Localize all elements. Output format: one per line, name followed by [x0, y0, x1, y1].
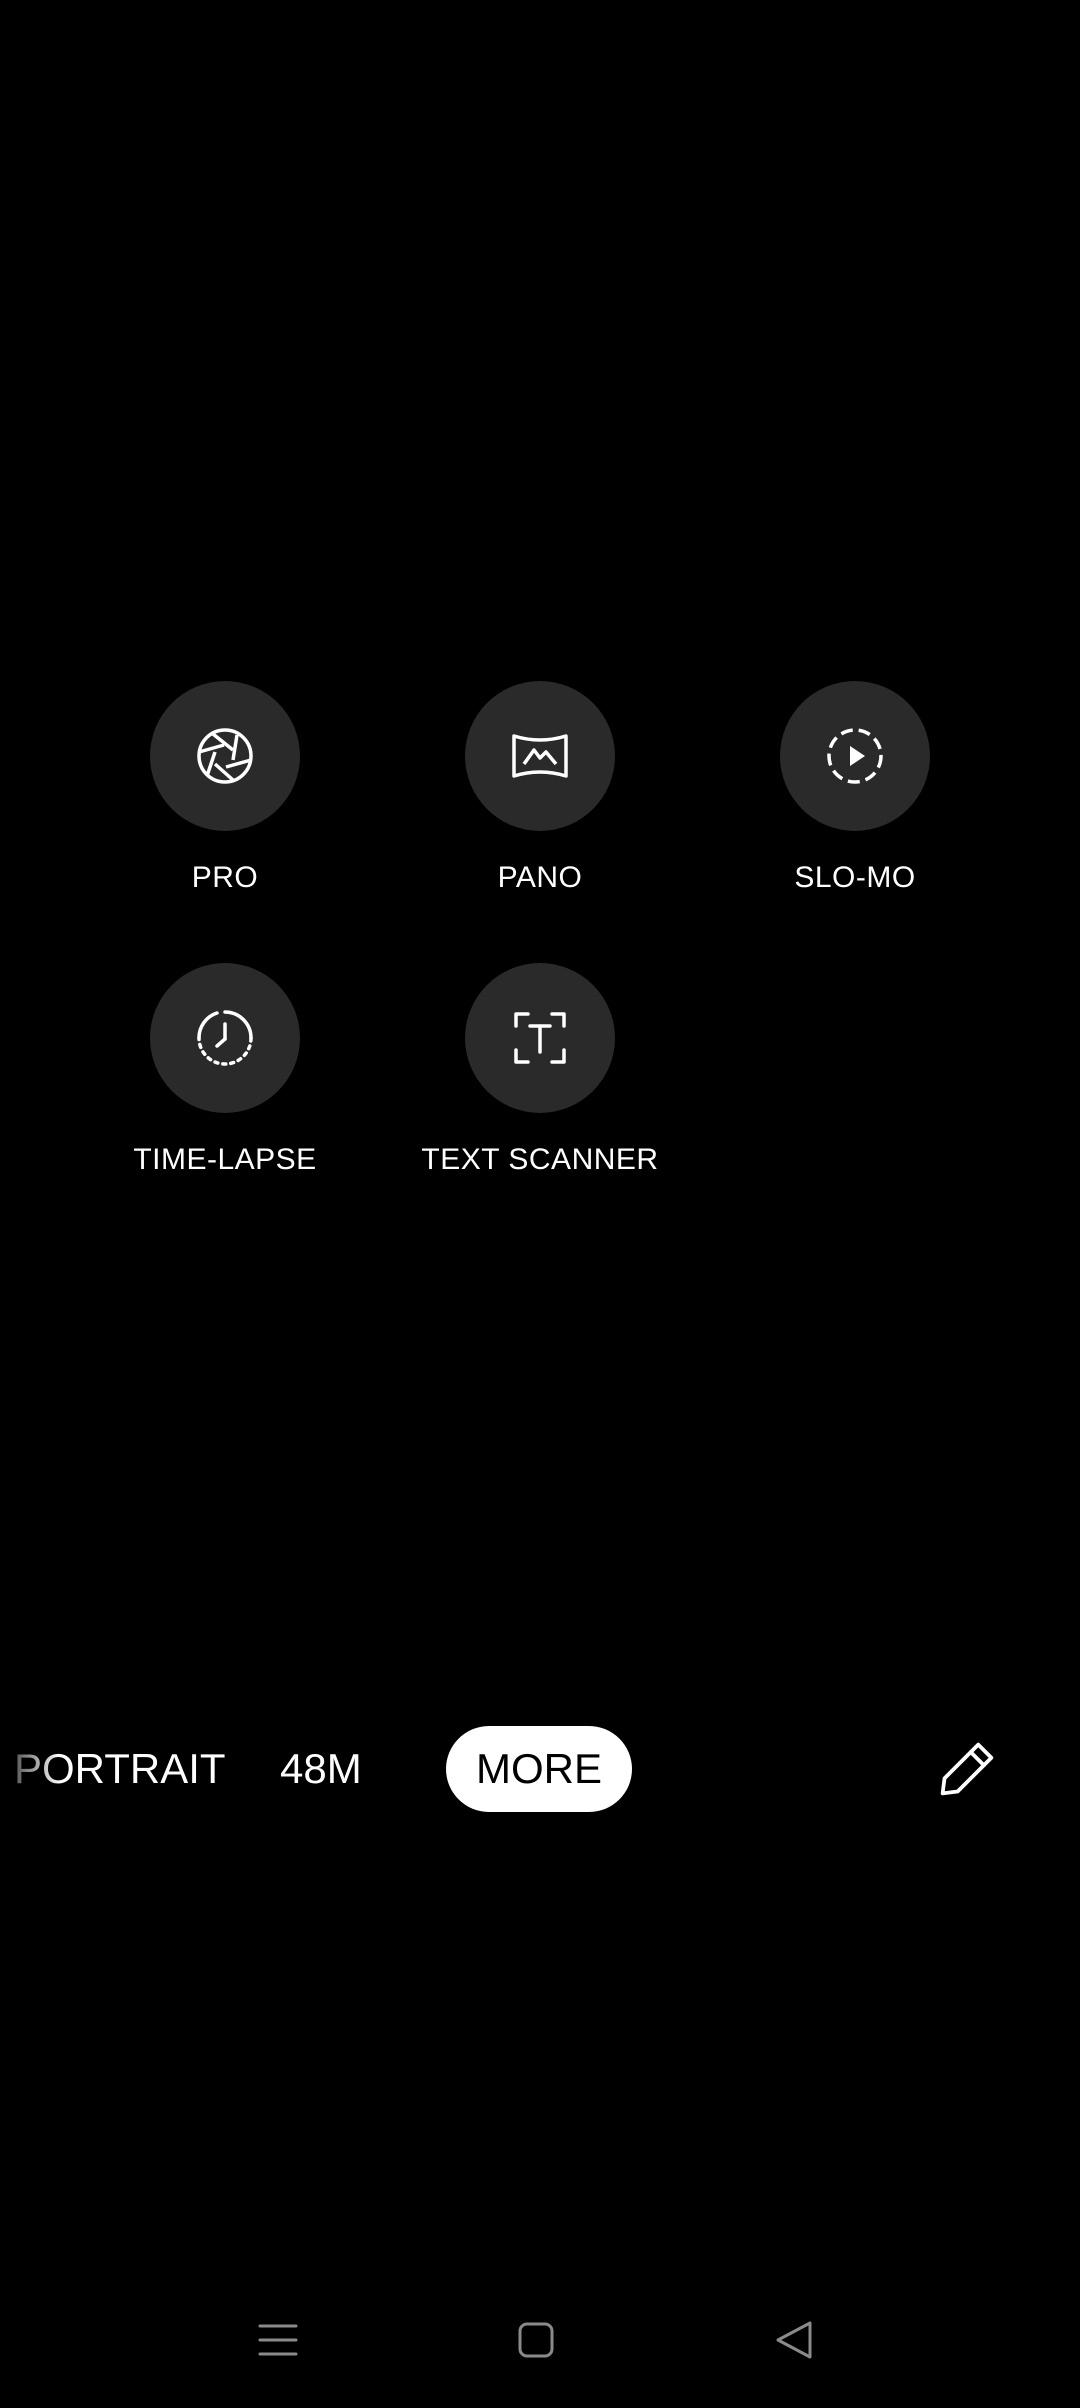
system-nav-bar: [0, 2300, 1080, 2380]
mode-pro-button[interactable]: [150, 681, 300, 831]
edit-modes-button[interactable]: [934, 1736, 1000, 1802]
mode-slo-mo-button[interactable]: [780, 681, 930, 831]
mode-pano[interactable]: PANO: [410, 681, 670, 895]
mode-time-lapse[interactable]: TIME-LAPSE: [95, 963, 355, 1177]
text-scanner-icon: [514, 1012, 566, 1064]
panorama-icon: [512, 734, 568, 778]
pencil-icon: [940, 1742, 994, 1796]
mode-option-48m[interactable]: 48M: [280, 1726, 362, 1812]
mode-text-scanner[interactable]: TEXT SCANNER: [410, 963, 670, 1177]
mode-slo-mo-label: SLO-MO: [794, 861, 916, 894]
mode-pro-label: PRO: [191, 861, 259, 894]
mode-text-scanner-label: TEXT SCANNER: [421, 1143, 659, 1176]
mode-selector-bar: PORTRAIT 48M MORE: [0, 1726, 1080, 1812]
mode-text-scanner-button[interactable]: [465, 963, 615, 1113]
slow-motion-icon: [827, 728, 883, 784]
aperture-icon: [197, 728, 253, 784]
recents-button[interactable]: [248, 2310, 308, 2370]
back-triangle-icon: [776, 2321, 812, 2359]
time-lapse-icon: [197, 1010, 253, 1066]
mode-pano-button[interactable]: [465, 681, 615, 831]
mode-slo-mo[interactable]: SLO-MO: [725, 681, 985, 895]
back-button[interactable]: [764, 2310, 824, 2370]
home-button[interactable]: [506, 2310, 566, 2370]
mode-time-lapse-button[interactable]: [150, 963, 300, 1113]
mode-pano-label: PANO: [497, 861, 583, 894]
camera-more-modes-screen: PRO PANO SLO-MO TIME-LAPSE TEXT SCANNER …: [0, 0, 1080, 2408]
mode-time-lapse-label: TIME-LAPSE: [133, 1143, 317, 1176]
mode-pro[interactable]: PRO: [95, 681, 355, 895]
home-square-icon: [518, 2322, 554, 2358]
mode-option-more[interactable]: MORE: [446, 1726, 632, 1812]
mode-option-portrait[interactable]: PORTRAIT: [14, 1726, 226, 1812]
menu-icon: [258, 2324, 298, 2356]
